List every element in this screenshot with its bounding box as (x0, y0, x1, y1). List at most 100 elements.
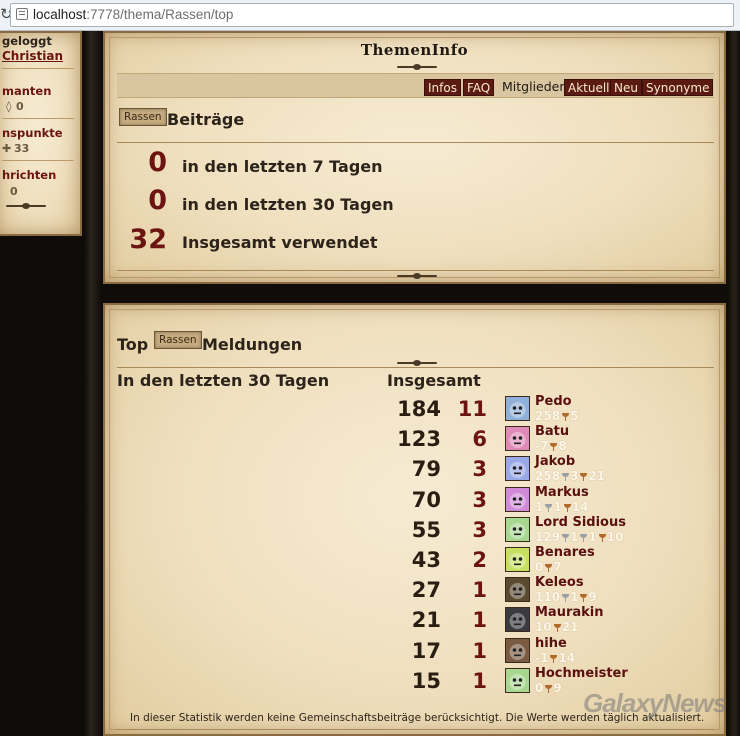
url-input[interactable]: localhost:7778/thema/Rassen/top (10, 3, 734, 27)
user-avatar[interactable] (505, 486, 530, 512)
title-ornament (397, 360, 437, 366)
user-avatar[interactable] (505, 547, 530, 572)
ranking-row: 27 1 Keleos 110 1 9 (105, 575, 728, 605)
stat-value: 258 (535, 469, 561, 484)
panel-title: ThemenInfo (360, 41, 469, 59)
title-ornament (397, 64, 437, 70)
browser-address-bar: ↻ localhost:7778/thema/Rassen/top (0, 0, 740, 31)
user-avatar[interactable] (505, 516, 530, 542)
diamonds-label: manten (2, 84, 52, 98)
total-count: 15 (411, 668, 441, 693)
user-name-link[interactable]: Jakob (535, 454, 575, 469)
user-stats: 09 (535, 681, 562, 695)
points-value: 33 (14, 142, 30, 155)
stat-value: -1 (535, 650, 549, 665)
tab-synonyme[interactable]: Synonyme (642, 79, 714, 96)
tab-infos[interactable]: Infos (424, 79, 461, 96)
frame-border-right (728, 31, 740, 736)
messages-label: hrichten (2, 168, 57, 182)
user-avatar[interactable] (505, 577, 530, 603)
stat-label-30days: in den letzten 30 Tagen (182, 195, 394, 214)
avatar-face-icon (509, 553, 526, 569)
user-stats: 129 1 1 10 (535, 530, 623, 544)
recent-count: 11 (457, 397, 487, 421)
total-count: 184 (397, 397, 441, 421)
section-heading: Beiträge (167, 110, 245, 129)
tag-rassen-button[interactable]: Rassen (119, 108, 167, 126)
stat-value: 110 (535, 590, 561, 605)
stat-value: 1 (588, 529, 597, 544)
watermark-logo: GalaxyNews (583, 688, 727, 718)
stat-value: 21 (561, 620, 579, 635)
url-host: localhost (33, 7, 87, 22)
recent-count: 2 (472, 548, 487, 572)
stat-value-total: 32 (129, 224, 167, 255)
stat-label-total: Insgesamt verwendet (182, 233, 378, 252)
total-count: 79 (411, 457, 441, 482)
stat-value: 129 (535, 529, 561, 544)
bronze-trophy-icon (580, 473, 588, 482)
user-name-link[interactable]: Keleos (535, 575, 584, 590)
divider (117, 729, 714, 730)
user-avatar[interactable] (505, 396, 530, 421)
user-avatar[interactable] (505, 607, 530, 633)
user-sidebar: geloggt Christian manten ◊ 0 nspunkte ✚ … (0, 31, 82, 236)
total-count: 70 (411, 487, 441, 512)
tab-neu[interactable]: Neu (610, 79, 642, 96)
user-avatar[interactable] (505, 637, 530, 663)
user-avatar[interactable] (505, 426, 530, 452)
avatar-face-icon (509, 522, 526, 539)
ranking-row: 70 3 Markus 1 1 14 (105, 485, 728, 515)
user-name-link[interactable]: Pedo (535, 394, 572, 409)
user-stats: -1 14 (535, 651, 575, 665)
user-name-link[interactable]: hihe (535, 636, 567, 651)
tab-faq[interactable]: FAQ (463, 79, 495, 96)
stat-value: 14 (571, 499, 589, 514)
total-count: 17 (411, 638, 441, 663)
stat-value: -7 (535, 439, 549, 454)
top-meldungen-panel: Top Rassen Meldungen In den letzten 30 T… (103, 303, 726, 736)
stat-value: 1 (553, 499, 562, 514)
recent-count: 1 (472, 608, 487, 633)
tab-mitglieder[interactable]: Mitglieder (498, 77, 569, 94)
user-name-link[interactable]: Benares (535, 545, 595, 560)
frame-border-left (84, 31, 102, 736)
page-icon (16, 8, 28, 20)
username-link[interactable]: Christian (2, 49, 63, 63)
user-name-link[interactable]: Hochmeister (535, 666, 628, 681)
divider (2, 160, 74, 161)
messages-value: 0 (10, 185, 18, 198)
user-name-link[interactable]: Maurakin (535, 605, 604, 620)
bronze-trophy-icon (562, 413, 570, 421)
avatar-face-icon (509, 462, 526, 479)
bronze-trophy-icon (550, 443, 558, 452)
user-name-link[interactable]: Batu (535, 424, 569, 439)
user-stats: 258 5 (535, 409, 578, 423)
themen-info-panel: ThemenInfo Infos FAQ Mitglieder Aktuell … (103, 31, 726, 284)
ranking-row: 17 1 hihe -1 14 (105, 636, 728, 666)
tag-rassen-button[interactable]: Rassen (154, 331, 202, 349)
user-stats: 110 1 9 (535, 590, 597, 604)
recent-count: 3 (472, 457, 487, 482)
user-stats: -7 8 (535, 439, 567, 453)
column-header-recent: In den letzten 30 Tagen (117, 371, 330, 390)
user-stats: 10 21 (535, 620, 578, 634)
bronze-trophy-icon (580, 594, 588, 603)
avatar-face-icon (509, 432, 526, 449)
bronze-trophy-icon (553, 624, 561, 633)
user-avatar[interactable] (505, 667, 530, 693)
user-name-link[interactable]: Markus (535, 485, 589, 500)
divider (2, 118, 74, 119)
avatar-face-icon (509, 492, 526, 509)
user-name-link[interactable]: Lord Sidious (535, 515, 626, 530)
recent-count: 1 (472, 638, 487, 663)
user-stats: 1 1 14 (535, 500, 588, 514)
divider (117, 270, 714, 271)
ranking-row: 21 1 Maurakin 10 21 (105, 605, 728, 635)
total-count: 21 (411, 608, 441, 633)
tab-aktuell[interactable]: Aktuell (564, 79, 614, 96)
stat-value: 14 (558, 650, 576, 665)
user-avatar[interactable] (505, 456, 530, 482)
stat-value: 5 (570, 409, 579, 423)
stat-value: 9 (588, 590, 597, 605)
